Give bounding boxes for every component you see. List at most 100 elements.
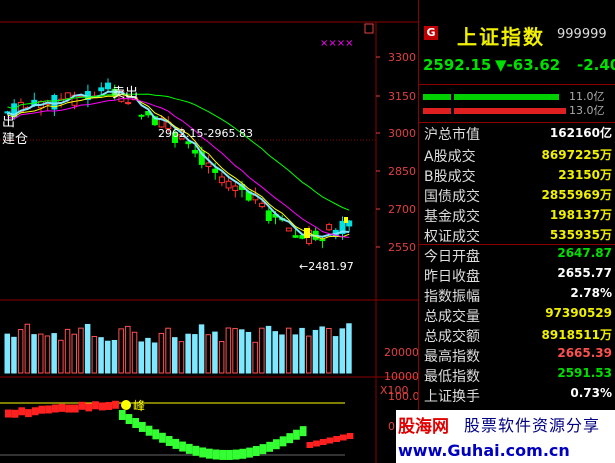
candle-body [218,176,225,184]
volume-bar [239,329,245,374]
indicator-bar [132,418,139,429]
watermark-brand: 股海网 [398,417,449,437]
stat-label: 总成交额 [424,329,480,345]
volume-bar [232,328,238,374]
indicator-bar [306,442,314,448]
indicator-bar [85,403,93,412]
candle-body [98,87,105,92]
volume-bar [192,334,198,374]
indicator-bar [259,444,267,455]
indicator-bar [25,409,32,418]
stat-value: 198137万 [549,208,612,222]
stat-row: 最高指数 2665.39 [419,346,615,366]
badge[interactable]: G [424,26,438,40]
indicator-bar [145,425,153,436]
sell-signal-label: 卖出 [112,86,138,101]
indicator-bar [326,437,334,444]
quote-panel: G 上证指数 999999 2592.15 ▼-63.62 -2.40 11.0… [418,0,615,463]
volume-bar [332,336,339,374]
indicator-bar [319,439,327,445]
indicator-bar [266,441,273,452]
volume-tick: 20000 [384,346,418,359]
indicator-bar [78,401,86,410]
candle-body [259,202,266,208]
volume-bar [91,336,98,374]
candle-body [105,82,111,90]
indicator-bar [159,432,166,443]
highlight-marker [304,228,310,238]
indicator-bar [293,429,300,440]
volume-bar [292,334,299,374]
volume-bar [326,328,332,374]
price-tick: 2550 [388,241,416,254]
divider [419,84,615,85]
indicator-bar [125,414,133,425]
stat-label: 今日开盘 [424,249,480,265]
volume-bar [279,334,285,374]
sell-bar-a [423,108,451,114]
indicator-bar [45,405,52,414]
volume-bar [58,339,64,374]
signal-marks: ×××× [320,38,354,49]
indicator-bar [286,433,294,444]
indicator-bar [51,404,59,413]
candle-body [212,168,219,173]
stat-row: 指数振幅 2.78% [419,286,615,306]
stat-row: 今日开盘 2647.87 [419,246,615,266]
stat-value: 8697225万 [541,148,612,162]
stat-row: B股成交 23150万 [419,166,615,186]
indicator-bar [5,409,12,418]
stat-value: 2855969万 [541,188,612,202]
stat-value: 8918511万 [541,328,612,342]
candle-body [192,149,199,154]
price-change-percent: -2.40 [577,56,615,74]
stat-value: 535935万 [549,228,612,242]
indicator-bar [18,407,26,416]
volume-bar [98,337,104,374]
volume-bar [306,335,312,374]
volume-bar [51,333,57,374]
volume-bar [312,329,319,374]
stat-label: A股成交 [424,149,476,165]
price-tick: 3150 [388,90,416,103]
volume-compare-bars: 11.0亿 13.0亿 [419,88,615,118]
volume-bar [225,327,232,374]
stat-label: 指数振幅 [424,289,480,305]
indicator-bar [38,405,46,414]
indicator-bar [299,426,307,437]
volume-bar [138,341,144,374]
stat-row: 总成交量 97390529 [419,306,615,326]
indicator-bar [105,401,113,410]
indicator-bar [185,443,193,454]
indicator-bar [246,447,253,458]
stat-label: 最高指数 [424,349,480,365]
candle-body [285,227,292,232]
kline-chart-area[interactable]: 3300 3150 3000 2850 2700 2550 20000 1000… [0,0,418,463]
indicator-tick: 100.0 [388,390,418,403]
stat-value: 2.78% [570,286,612,300]
indicator-bar [152,429,160,440]
indicator-bar [313,440,320,447]
stat-value: 0.73% [570,386,612,400]
volume-bar [131,331,138,374]
stat-value: 23150万 [558,168,612,182]
volume-bar [38,333,44,374]
volume-bar [158,332,165,374]
stat-row: 最低指数 2591.53 [419,366,615,386]
candle-body [225,180,232,189]
volume-bar [151,342,158,374]
stat-label: 基金成交 [424,209,480,225]
watermark-url: www.Guhai.com.cn [398,441,570,460]
indicator-bar [179,441,186,452]
volume-bar [299,327,305,374]
stat-value: 2647.87 [557,246,612,260]
indicator-bar [232,449,240,460]
stat-value: 2591.53 [557,366,612,380]
indicator-bar [252,446,260,457]
indicator-bar [165,435,173,446]
volume-bar [198,324,205,374]
stat-label: B股成交 [424,169,476,185]
indicator-bar [212,449,220,460]
stat-row: 权证成交 535935万 [419,226,615,246]
stat-label: 昨日收盘 [424,269,480,285]
